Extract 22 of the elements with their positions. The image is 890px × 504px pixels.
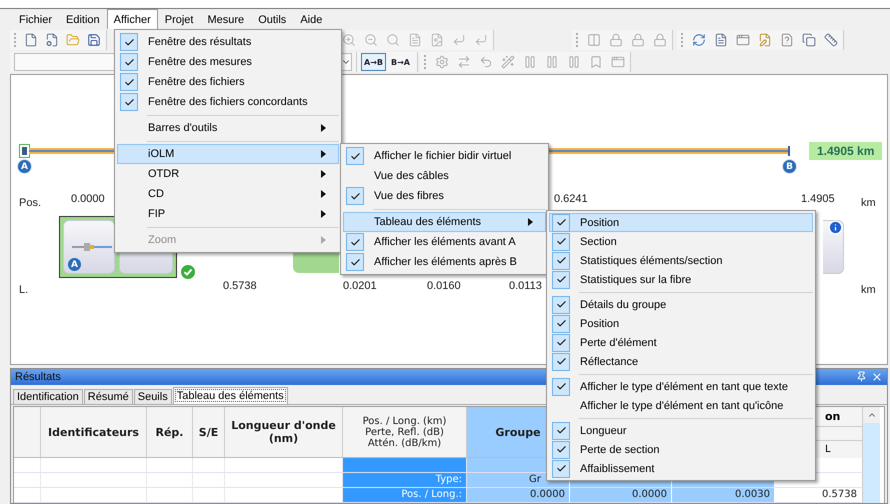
- panel-title: Résultats: [15, 371, 61, 383]
- marker-badge: B: [782, 159, 797, 174]
- table-cell: 0.0000: [467, 488, 570, 503]
- unit-label: km: [861, 197, 876, 209]
- row-label-cell: Pos. / Long.:: [343, 488, 467, 503]
- length-badge: 1.4905 km: [809, 142, 882, 160]
- length-value: 0.0160: [427, 280, 461, 292]
- row-label-cell: Type:: [343, 473, 467, 488]
- marker-badge: A: [67, 257, 82, 272]
- marker-badge: A: [17, 159, 32, 174]
- row-label: L.: [19, 284, 28, 296]
- length-value: 0.0113: [509, 280, 542, 292]
- length-value: 0.5738: [223, 280, 257, 292]
- table-cell: 0.0000: [570, 488, 672, 503]
- position-value: 1.4905: [801, 193, 835, 205]
- position-value: 0.6241: [554, 193, 588, 205]
- table-cell: 0.5738: [775, 488, 862, 503]
- length-value: 0.0201: [343, 280, 377, 292]
- table-cell: 0.0030: [672, 488, 775, 503]
- unit-label: km: [861, 284, 876, 296]
- row-label: Pos.: [19, 197, 42, 209]
- position-value: 0.0000: [71, 193, 105, 205]
